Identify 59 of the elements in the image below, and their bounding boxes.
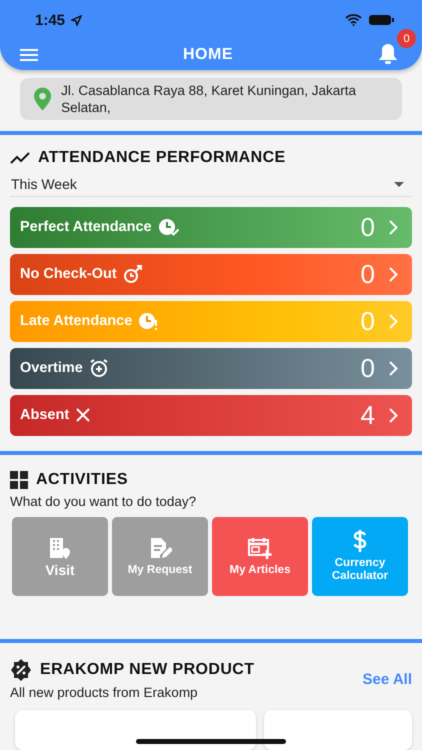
- location-pin-icon: [34, 87, 52, 112]
- activity-label: My Articles: [230, 564, 290, 577]
- section-title: ERAKOMP NEW PRODUCT: [40, 661, 254, 680]
- wifi-icon: [345, 14, 362, 26]
- attendance-label: No Check-Out: [20, 266, 117, 282]
- attendance-count: 4: [360, 400, 375, 431]
- location-arrow-icon: [71, 14, 82, 26]
- bell-icon[interactable]: [378, 43, 398, 66]
- chevron-right-icon: [389, 408, 398, 423]
- alarm-plus-icon: [88, 358, 109, 378]
- attendance-label: Late Attendance: [20, 313, 132, 330]
- attendance-count: 0: [360, 212, 375, 243]
- attendance-count: 0: [360, 352, 375, 384]
- trend-line-icon: [10, 152, 30, 164]
- attendance-card[interactable]: No Check-Out 0: [10, 254, 412, 295]
- activity-label: My Request: [128, 564, 192, 577]
- page-title: HOME: [183, 46, 233, 64]
- attendance-label: Overtime: [20, 360, 83, 376]
- notification-badge: 0: [397, 29, 416, 48]
- activity-tile[interactable]: My Articles: [212, 516, 308, 596]
- product-card[interactable]: [15, 710, 256, 750]
- chevron-right-icon: [389, 266, 398, 282]
- close-icon: [75, 407, 92, 424]
- attendance-card[interactable]: Perfect Attendance 0: [10, 206, 412, 248]
- chevron-right-icon: [389, 314, 398, 329]
- attendance-count: 0: [360, 306, 375, 337]
- see-all-link[interactable]: See All: [362, 671, 412, 688]
- attendance-count: 0: [360, 258, 375, 290]
- dollar-icon: [351, 529, 369, 554]
- address-text: Jl. Casablanca Raya 88, Karet Kuningan, Jakarta Selatan,: [61, 82, 358, 116]
- calendar-plus-icon: [247, 536, 273, 560]
- section-title: ACTIVITIES: [36, 470, 128, 489]
- period-dropdown[interactable]: This Week: [10, 172, 412, 197]
- attendance-card[interactable]: Late Attendance 0: [10, 300, 412, 342]
- section-title: ATTENDANCE PERFORMANCE: [38, 148, 286, 167]
- section-subtitle: All new products from Erakomp: [10, 685, 198, 700]
- attendance-card[interactable]: Overtime 0: [10, 348, 412, 389]
- caret-icon: [394, 182, 404, 187]
- chevron-right-icon: [389, 220, 398, 235]
- status-time: 1:45: [35, 12, 66, 28]
- attendance-label: Absent: [20, 407, 70, 424]
- clock-arrow-icon: [122, 264, 143, 284]
- menu-icon[interactable]: [20, 48, 38, 62]
- discount-badge-icon: [10, 659, 32, 682]
- activity-label: Visit: [45, 564, 75, 577]
- grid-icon: [10, 470, 28, 489]
- attendance-card[interactable]: Absent 4: [10, 394, 412, 436]
- activity-tile[interactable]: Currency Calculator: [312, 516, 408, 596]
- activity-label: Currency Calculator: [330, 557, 390, 584]
- battery-icon: [368, 14, 394, 26]
- period-value: This Week: [11, 176, 77, 192]
- activity-tile[interactable]: My Request: [112, 516, 208, 596]
- clock-check-icon: [158, 217, 180, 238]
- activity-tile[interactable]: Visit: [12, 516, 108, 596]
- chevron-right-icon: [389, 360, 398, 376]
- section-subtitle: What do you want to do today?: [10, 494, 196, 509]
- document-edit-icon: [148, 536, 172, 560]
- attendance-label: Perfect Attendance: [20, 219, 152, 236]
- building-pin-icon: [48, 536, 72, 560]
